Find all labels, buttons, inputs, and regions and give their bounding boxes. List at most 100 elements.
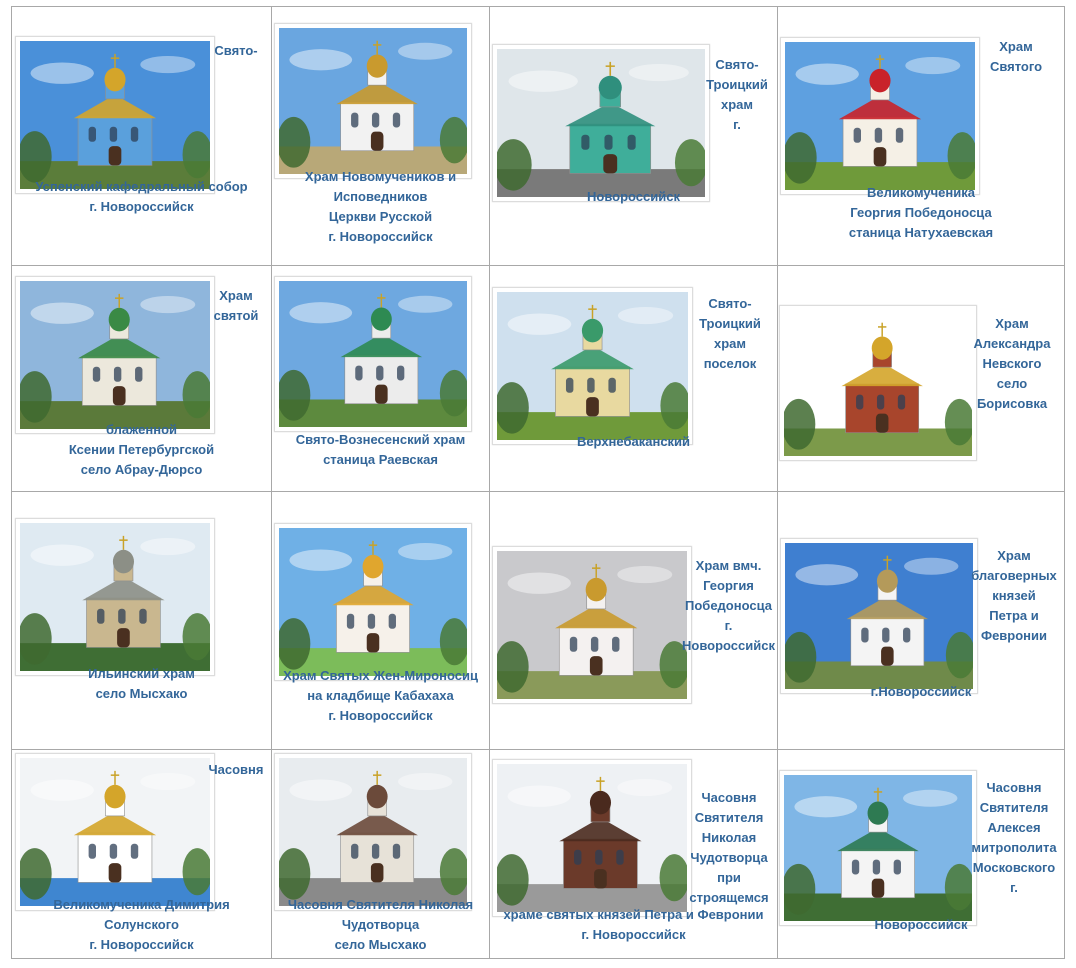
bottom-caption-link[interactable]: Ильинский храм село Мысхако bbox=[12, 664, 271, 704]
caption-line: Великомученика bbox=[866, 185, 975, 200]
caption-line: святой bbox=[213, 308, 259, 323]
bottom-caption-link[interactable]: блаженной Ксении Петербургской село Абрау-… bbox=[12, 420, 271, 480]
church-photo-nevskogo[interactable] bbox=[779, 305, 977, 461]
bottom-caption-link[interactable]: Храм Святых Жен-Мироносиц на кладбище Каб… bbox=[272, 666, 489, 726]
caption-line: Алексея bbox=[987, 820, 1041, 835]
caption-line: г. bbox=[724, 618, 733, 633]
caption-line: село Абрау-Дюрсо bbox=[80, 462, 203, 477]
church-photo-petra-fevronii[interactable] bbox=[780, 538, 978, 694]
caption-line: Исповедников bbox=[333, 189, 428, 204]
caption-line: г.Новороссийск bbox=[870, 684, 972, 699]
caption-line: станица Раевская bbox=[323, 452, 438, 467]
caption-line: Храм bbox=[995, 316, 1029, 331]
caption-line: Февронии bbox=[980, 628, 1048, 643]
bottom-caption-link[interactable]: Новороссийск bbox=[490, 187, 777, 207]
caption-line: Храм Святых Жен-Мироносиц bbox=[283, 668, 478, 683]
church-photo-georgiya[interactable] bbox=[780, 37, 980, 195]
bottom-caption-link[interactable]: Успенский кафедральный собор г. Новоросси… bbox=[12, 177, 271, 217]
bottom-caption-link[interactable]: Храм Новомучеников и Исповедников Церкви Р… bbox=[272, 167, 489, 247]
caption-line: храм bbox=[713, 336, 747, 351]
church-photo-voznesensky[interactable] bbox=[274, 276, 472, 432]
caption-line: Троицкий bbox=[699, 316, 761, 331]
caption-line: Храм bbox=[997, 548, 1031, 563]
church-photo-ksenii[interactable] bbox=[15, 276, 215, 434]
caption-line: г. Новороссийск bbox=[89, 199, 194, 214]
caption-line: Александра bbox=[973, 336, 1051, 351]
chapel-photo-nikolaya[interactable] bbox=[274, 753, 472, 911]
caption-line: г. bbox=[733, 117, 741, 132]
caption-line: Новороссийск bbox=[874, 917, 968, 932]
chapel-photo-stroyashchemsya[interactable] bbox=[492, 759, 692, 917]
bottom-caption-link[interactable]: Верхнебаканский bbox=[490, 432, 777, 452]
side-caption-link[interactable]: Храм Святого bbox=[968, 37, 1064, 77]
caption-line: село Мысхако bbox=[334, 937, 427, 952]
caption-line: Петра и bbox=[989, 608, 1039, 623]
caption-line: Церкви Русской bbox=[328, 209, 433, 224]
caption-line: Борисовка bbox=[976, 396, 1048, 411]
caption-line: станица Натухаевская bbox=[848, 225, 994, 240]
caption-line: Храм вмч. bbox=[695, 558, 762, 573]
caption-line: Новороссийск bbox=[587, 189, 680, 204]
caption-line: храм bbox=[720, 97, 754, 112]
side-caption-link[interactable]: Свято- Троицкий храм г. bbox=[697, 55, 777, 135]
caption-line: Георгия Победоносца bbox=[850, 205, 992, 220]
chapel-photo-dimitriya[interactable] bbox=[15, 753, 215, 911]
church-photo-ilyinsky[interactable] bbox=[15, 518, 215, 676]
bottom-caption-link[interactable]: Свято-Вознесенский храм станица Раевская bbox=[272, 430, 489, 470]
caption-line: Солунского bbox=[104, 917, 179, 932]
bottom-caption-link[interactable]: г.Новороссийск bbox=[778, 682, 1064, 702]
bottom-caption-link[interactable]: Часовня Святителя Николая Чудотворца село … bbox=[272, 895, 489, 955]
caption-line: село Мысхако bbox=[95, 686, 188, 701]
caption-line: князей bbox=[992, 588, 1036, 603]
caption-line: митрополита bbox=[971, 840, 1057, 855]
bottom-caption-link[interactable]: Великомученика Димитрия Солунского г. Ново… bbox=[12, 895, 271, 955]
caption-line: храме святых князей Петра и Февронии bbox=[503, 907, 764, 922]
caption-line: г. Новороссийск bbox=[581, 927, 686, 942]
caption-line: Святителя bbox=[694, 810, 764, 825]
caption-line: благоверных bbox=[971, 568, 1057, 583]
side-caption-link[interactable]: Свято- bbox=[202, 41, 270, 61]
caption-line: Часовня Святителя Николая bbox=[287, 897, 474, 912]
caption-line: Часовня bbox=[986, 780, 1042, 795]
caption-line: г. Новороссийск bbox=[328, 708, 433, 723]
side-caption-link[interactable]: Храм вмч. Георгия Победоносца г. Новороссийс… bbox=[680, 556, 777, 656]
caption-line: Святителя bbox=[979, 800, 1049, 815]
caption-line: Храм Новомучеников и bbox=[304, 169, 457, 184]
bottom-caption-link[interactable]: Великомученика Георгия Победоносца станица… bbox=[778, 183, 1064, 243]
side-caption-link[interactable]: Часовня Святителя Алексея митрополита Москов… bbox=[964, 778, 1064, 898]
side-caption-link[interactable]: Часовня Святителя Николая Чудотворца при стро… bbox=[681, 788, 777, 908]
caption-line: Троицкий bbox=[706, 77, 768, 92]
side-caption-link[interactable]: Часовня bbox=[202, 760, 270, 780]
caption-line: г. bbox=[1010, 880, 1018, 895]
caption-line: г. Новороссийск bbox=[89, 937, 194, 952]
church-gallery-table: Свято- Успенский кафедральный собор г. Нов… bbox=[11, 6, 1065, 959]
church-photo-georgiya-pobedonostsa[interactable] bbox=[492, 546, 692, 704]
side-caption-link[interactable]: Свято- Троицкий храм поселок bbox=[685, 294, 775, 374]
chapel-photo-alekseya[interactable] bbox=[779, 770, 977, 926]
caption-line: Ксении Петербургской bbox=[68, 442, 215, 457]
church-photo-mironosits[interactable] bbox=[274, 523, 472, 681]
caption-line: Свято- bbox=[715, 57, 759, 72]
caption-line: Ильинский храм bbox=[88, 666, 195, 681]
caption-line: Великомученика Димитрия bbox=[53, 897, 230, 912]
caption-line: на кладбище Кабахаха bbox=[307, 688, 454, 703]
caption-line: село bbox=[996, 376, 1028, 391]
church-photo-troitsky[interactable] bbox=[492, 44, 710, 202]
bottom-caption-link[interactable]: храме святых князей Петра и Февронии г. Н… bbox=[490, 905, 777, 945]
bottom-caption-link[interactable]: Новороссийск bbox=[778, 915, 1064, 935]
church-photo-verkhnebakansky[interactable] bbox=[492, 287, 693, 445]
side-caption-link[interactable]: Храм святой bbox=[202, 286, 270, 326]
caption-line: Чудотворца bbox=[341, 917, 420, 932]
caption-line: поселок bbox=[703, 356, 757, 371]
caption-line: Верхнебаканский bbox=[576, 434, 691, 449]
caption-line: Часовня bbox=[701, 790, 757, 805]
caption-line: Свято- bbox=[214, 43, 258, 58]
caption-line: при bbox=[717, 870, 741, 885]
church-photo-uspensky[interactable] bbox=[15, 36, 215, 194]
church-photo-novomuchenikov[interactable] bbox=[274, 23, 472, 179]
caption-line: Свято- bbox=[708, 296, 752, 311]
caption-line: Храм bbox=[999, 39, 1033, 54]
caption-line: Чудотворца bbox=[690, 850, 768, 865]
side-caption-link[interactable]: Храм Александра Невского село Борисовка bbox=[962, 314, 1062, 414]
side-caption-link[interactable]: Храм благоверных князей Петра и Февронии bbox=[964, 546, 1064, 646]
